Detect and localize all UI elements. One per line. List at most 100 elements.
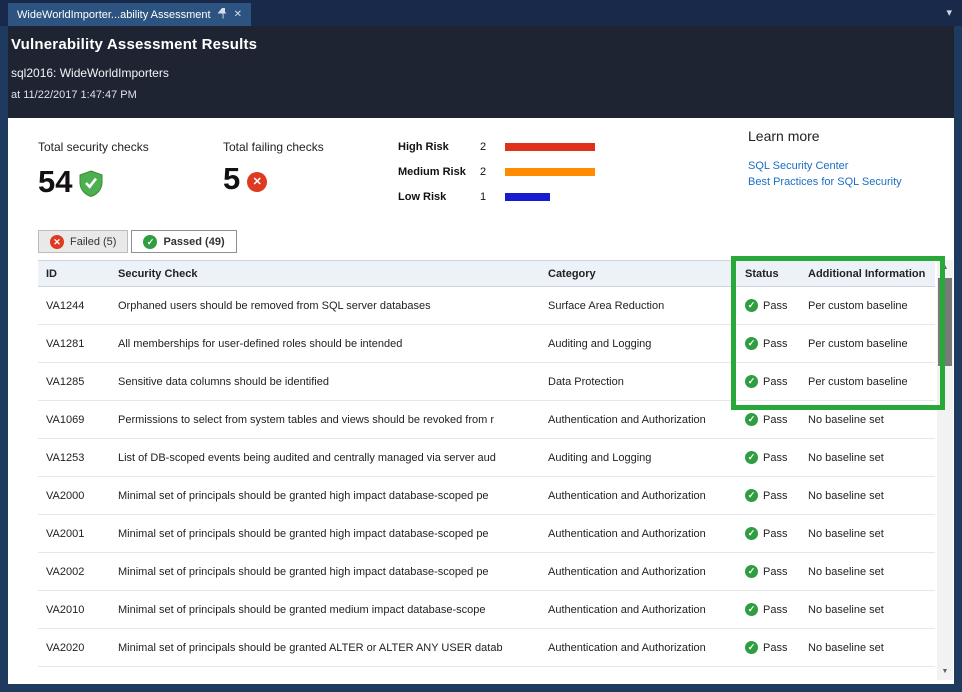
column-header-status[interactable]: Status xyxy=(745,268,808,280)
cell-additional-info: Per custom baseline xyxy=(808,300,935,312)
cell-security-check: Minimal set of principals should be gran… xyxy=(118,642,548,654)
risk-bar-medium xyxy=(505,168,595,176)
chevron-down-icon[interactable]: ▾ xyxy=(946,6,952,19)
cell-additional-info: No baseline set xyxy=(808,604,935,616)
vulnerability-assessment-window: WideWorldImporter...ability Assessment ✕… xyxy=(0,0,962,692)
results-panel: Total security checks 54 Total failing c… xyxy=(8,118,954,684)
cell-status: ✓ Pass xyxy=(745,565,808,578)
cell-additional-info: No baseline set xyxy=(808,528,935,540)
risk-value-high: 2 xyxy=(480,141,505,153)
cell-category: Auditing and Logging xyxy=(548,452,745,464)
document-tab[interactable]: WideWorldImporter...ability Assessment ✕ xyxy=(8,3,251,26)
pass-icon: ✓ xyxy=(745,565,758,578)
risk-row-medium: Medium Risk 2 xyxy=(398,159,595,184)
table-row[interactable]: VA1244 Orphaned users should be removed … xyxy=(38,287,935,325)
column-header-category[interactable]: Category xyxy=(548,268,745,280)
table-row[interactable]: VA2001 Minimal set of principals should … xyxy=(38,515,935,553)
learn-more-title: Learn more xyxy=(748,128,902,144)
cell-security-check: List of DB-scoped events being audited a… xyxy=(118,452,548,464)
learn-more-section: Learn more SQL Security Center Best Prac… xyxy=(748,128,902,188)
close-icon[interactable]: ✕ xyxy=(234,10,242,20)
cell-id: VA1244 xyxy=(38,300,118,312)
total-checks-value: 54 xyxy=(38,165,72,199)
table-row[interactable]: VA2002 Minimal set of principals should … xyxy=(38,553,935,591)
cell-category: Auditing and Logging xyxy=(548,338,745,350)
cell-additional-info: Per custom baseline xyxy=(808,376,935,388)
table-row[interactable]: VA1253 List of DB-scoped events being au… xyxy=(38,439,935,477)
vertical-scrollbar[interactable]: ▲ ▼ xyxy=(937,260,953,680)
cell-id: VA1069 xyxy=(38,414,118,426)
cell-id: VA2002 xyxy=(38,566,118,578)
risk-bar-low xyxy=(505,193,550,201)
pass-icon: ✓ xyxy=(745,337,758,350)
cell-security-check: Permissions to select from system tables… xyxy=(118,414,548,426)
pass-icon: ✓ xyxy=(745,413,758,426)
result-tabs: ✕ Failed (5) ✓ Passed (49) xyxy=(38,230,237,253)
table-row[interactable]: VA1069 Permissions to select from system… xyxy=(38,401,935,439)
database-name: WideWorldImporters xyxy=(60,66,169,80)
cell-additional-info: No baseline set xyxy=(808,490,935,502)
risk-label-medium: Medium Risk xyxy=(398,166,480,178)
cell-security-check: Minimal set of principals should be gran… xyxy=(118,604,548,616)
cell-security-check: Minimal set of principals should be gran… xyxy=(118,528,548,540)
pass-icon: ✓ xyxy=(745,527,758,540)
table-row[interactable]: VA1281 All memberships for user-defined … xyxy=(38,325,935,363)
table-row[interactable]: VA2000 Minimal set of principals should … xyxy=(38,477,935,515)
cell-additional-info: No baseline set xyxy=(808,452,935,464)
fail-icon: ✕ xyxy=(50,235,64,249)
cell-additional-info: Per custom baseline xyxy=(808,338,935,350)
cell-security-check: Minimal set of principals should be gran… xyxy=(118,566,548,578)
cell-status: ✓ Pass xyxy=(745,527,808,540)
column-header-security-check[interactable]: Security Check xyxy=(118,268,548,280)
tab-failed[interactable]: ✕ Failed (5) xyxy=(38,230,128,253)
tab-passed[interactable]: ✓ Passed (49) xyxy=(131,230,236,253)
scroll-down-icon[interactable]: ▼ xyxy=(937,664,953,680)
page-title: Vulnerability Assessment Results xyxy=(11,36,954,53)
cell-security-check: Minimal set of principals should be gran… xyxy=(118,490,548,502)
scrollbar-thumb[interactable] xyxy=(938,278,952,366)
link-sql-security-center[interactable]: SQL Security Center xyxy=(748,160,902,172)
failing-checks-label: Total failing checks xyxy=(223,140,324,154)
pin-icon[interactable] xyxy=(218,8,227,22)
cell-status: ✓ Pass xyxy=(745,489,808,502)
status-text: Pass xyxy=(763,300,787,312)
risk-value-medium: 2 xyxy=(480,166,505,178)
table-row[interactable]: VA2020 Minimal set of principals should … xyxy=(38,629,935,667)
cell-id: VA2010 xyxy=(38,604,118,616)
status-text: Pass xyxy=(763,490,787,502)
cell-additional-info: No baseline set xyxy=(808,642,935,654)
risk-row-low: Low Risk 1 xyxy=(398,184,595,209)
cell-status: ✓ Pass xyxy=(745,451,808,464)
cell-category: Data Protection xyxy=(548,376,745,388)
cell-id: VA1285 xyxy=(38,376,118,388)
status-text: Pass xyxy=(763,642,787,654)
cell-id: VA2020 xyxy=(38,642,118,654)
pass-icon: ✓ xyxy=(143,235,157,249)
status-text: Pass xyxy=(763,376,787,388)
cell-status: ✓ Pass xyxy=(745,337,808,350)
scroll-up-icon[interactable]: ▲ xyxy=(937,260,953,276)
risk-label-high: High Risk xyxy=(398,141,480,153)
total-checks-metric: Total security checks 54 xyxy=(38,140,149,202)
link-best-practices[interactable]: Best Practices for SQL Security xyxy=(748,176,902,188)
cell-additional-info: No baseline set xyxy=(808,414,935,426)
results-header: Vulnerability Assessment Results sql2016… xyxy=(8,26,954,118)
cell-security-check: All memberships for user-defined roles s… xyxy=(118,338,548,350)
checks-table: ID Security Check Category Status Additi… xyxy=(38,260,935,667)
cell-status: ✓ Pass xyxy=(745,375,808,388)
title-bar: WideWorldImporter...ability Assessment ✕… xyxy=(0,0,962,26)
column-header-additional-information[interactable]: Additional Information xyxy=(808,268,935,280)
cell-category: Authentication and Authorization xyxy=(548,642,745,654)
tab-failed-label: Failed (5) xyxy=(70,236,116,248)
column-header-id[interactable]: ID xyxy=(38,268,118,280)
cell-id: VA2001 xyxy=(38,528,118,540)
status-text: Pass xyxy=(763,566,787,578)
shield-check-icon xyxy=(79,170,103,202)
table-row[interactable]: VA2010 Minimal set of principals should … xyxy=(38,591,935,629)
table-row[interactable]: VA1285 Sensitive data columns should be … xyxy=(38,363,935,401)
risk-row-high: High Risk 2 xyxy=(398,134,595,159)
table-header: ID Security Check Category Status Additi… xyxy=(38,260,935,287)
cell-additional-info: No baseline set xyxy=(808,566,935,578)
cell-status: ✓ Pass xyxy=(745,413,808,426)
cell-category: Authentication and Authorization xyxy=(548,604,745,616)
